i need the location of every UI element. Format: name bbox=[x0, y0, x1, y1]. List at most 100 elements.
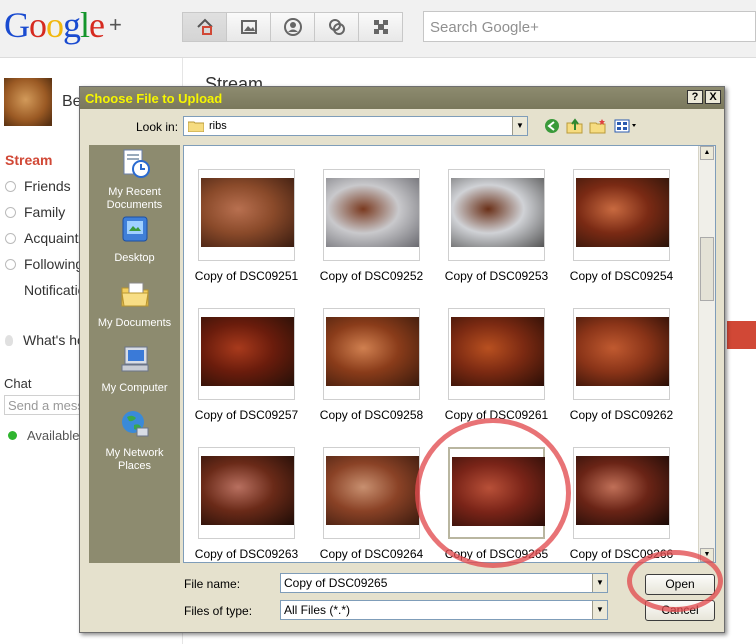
look-in-label: Look in: bbox=[136, 120, 179, 134]
place-label: My Network Places bbox=[105, 447, 164, 472]
chevron-down-icon[interactable]: ▼ bbox=[512, 117, 527, 135]
file-name-label: File name: bbox=[184, 577, 241, 591]
sidebar-item-label: Friends bbox=[24, 178, 71, 194]
sidebar-item-label: Family bbox=[24, 204, 66, 220]
back-button[interactable] bbox=[542, 116, 562, 136]
flame-icon bbox=[5, 335, 13, 346]
network-places-icon bbox=[121, 411, 148, 437]
photo-thumbnail-image bbox=[451, 317, 544, 386]
file-thumbnail[interactable] bbox=[198, 169, 295, 261]
logo-letter: e bbox=[89, 5, 105, 45]
photos-icon bbox=[240, 20, 257, 34]
file-name-label[interactable]: Copy of DSC09263 bbox=[184, 547, 309, 561]
cancel-button[interactable]: Cancel bbox=[645, 600, 715, 621]
nav-games-button[interactable] bbox=[358, 12, 403, 42]
file-name-field[interactable]: Copy of DSC09265 ▼ bbox=[280, 573, 608, 593]
file-thumbnail[interactable] bbox=[448, 169, 545, 261]
photo-thumbnail-image bbox=[326, 456, 419, 525]
file-name-label[interactable]: Copy of DSC09258 bbox=[309, 408, 434, 422]
sidebar-item-stream[interactable]: Stream bbox=[5, 152, 52, 168]
file-thumbnail[interactable] bbox=[448, 447, 545, 539]
file-thumbnail[interactable] bbox=[198, 447, 295, 539]
scroll-down-arrow[interactable]: ▼ bbox=[700, 548, 714, 562]
google-logo[interactable]: Google bbox=[4, 4, 105, 46]
file-thumbnail[interactable] bbox=[448, 308, 545, 400]
file-thumbnail[interactable] bbox=[323, 169, 420, 261]
vertical-scrollbar[interactable]: ▲ ▼ bbox=[698, 146, 715, 562]
file-name-label[interactable]: Copy of DSC09261 bbox=[434, 408, 559, 422]
file-name-label[interactable]: Copy of DSC09257 bbox=[184, 408, 309, 422]
file-name-label[interactable]: Copy of DSC09265 bbox=[434, 547, 559, 561]
place-desktop[interactable]: Desktop bbox=[89, 213, 180, 265]
logo-letter: g bbox=[63, 5, 81, 45]
sidebar-item-acquaintances[interactable]: Acquainta bbox=[5, 230, 86, 246]
view-menu-button[interactable] bbox=[613, 116, 639, 136]
folder-icon bbox=[188, 121, 204, 132]
dialog-title: Choose File to Upload bbox=[85, 91, 223, 106]
home-icon bbox=[196, 18, 213, 35]
avatar[interactable] bbox=[4, 78, 52, 126]
nav-circles-button[interactable] bbox=[314, 12, 359, 42]
file-thumbnail[interactable] bbox=[323, 447, 420, 539]
photo-thumbnail-image bbox=[201, 317, 294, 386]
photo-thumbnail-image bbox=[201, 456, 294, 525]
photo-thumbnail-image bbox=[451, 178, 544, 247]
place-label: Desktop bbox=[114, 252, 155, 264]
logo-letter: G bbox=[4, 5, 30, 45]
file-name-label[interactable]: Copy of DSC09254 bbox=[559, 269, 684, 283]
my-documents-icon bbox=[120, 282, 149, 307]
file-thumbnail[interactable] bbox=[323, 308, 420, 400]
open-button[interactable]: Open bbox=[645, 574, 715, 595]
circle-icon bbox=[5, 233, 16, 244]
circle-icon bbox=[5, 207, 16, 218]
up-folder-button[interactable] bbox=[565, 116, 585, 136]
look-in-select[interactable]: ribs ▼ bbox=[183, 116, 528, 136]
online-status-icon bbox=[8, 431, 17, 440]
sidebar-item-label: Acquainta bbox=[24, 230, 87, 246]
close-button[interactable]: X bbox=[705, 90, 721, 104]
sidebar-item-following[interactable]: Following bbox=[5, 256, 83, 272]
sidebar-item-whats-hot[interactable]: What's ho bbox=[5, 332, 85, 348]
circle-icon bbox=[5, 259, 16, 270]
place-my-computer[interactable]: My Computer bbox=[89, 343, 180, 395]
chevron-down-icon[interactable]: ▼ bbox=[592, 601, 607, 619]
scroll-up-arrow[interactable]: ▲ bbox=[700, 146, 714, 160]
files-of-type-select[interactable]: All Files (*.*) ▼ bbox=[280, 600, 608, 620]
place-network-places[interactable]: My Network Places bbox=[89, 408, 180, 473]
file-thumbnail[interactable] bbox=[573, 447, 670, 539]
file-list[interactable]: ▲ ▼ Copy of DSC09251 Copy of DSC09252 Copy… bbox=[183, 145, 716, 563]
logo-plus: + bbox=[109, 12, 122, 37]
nav-profile-button[interactable] bbox=[270, 12, 315, 42]
chat-status-label: Available bbox=[27, 428, 80, 443]
photo-thumbnail-image bbox=[576, 317, 669, 386]
new-folder-button[interactable] bbox=[588, 116, 608, 136]
sidebar-item-label: Following bbox=[24, 256, 84, 272]
nav-home-button[interactable] bbox=[182, 12, 227, 42]
chevron-down-icon[interactable]: ▼ bbox=[592, 574, 607, 592]
file-thumbnail[interactable] bbox=[198, 308, 295, 400]
file-name-label[interactable]: Copy of DSC09251 bbox=[184, 269, 309, 283]
file-name-label[interactable]: Copy of DSC09253 bbox=[434, 269, 559, 283]
place-my-documents[interactable]: My Documents bbox=[89, 278, 180, 330]
chat-status[interactable]: Available bbox=[8, 428, 80, 443]
share-button-edge[interactable] bbox=[727, 321, 756, 349]
look-in-value: ribs bbox=[209, 120, 227, 132]
back-icon bbox=[545, 119, 559, 133]
file-name-label[interactable]: Copy of DSC09252 bbox=[309, 269, 434, 283]
place-recent-documents[interactable]: My Recent Documents bbox=[89, 147, 180, 212]
search-input[interactable]: Search Google+ bbox=[423, 11, 756, 42]
photo-thumbnail-image bbox=[576, 178, 669, 247]
sidebar-item-notifications[interactable]: Notificatio bbox=[24, 282, 85, 298]
help-button[interactable]: ? bbox=[687, 90, 703, 104]
file-name-label[interactable]: Copy of DSC09264 bbox=[309, 547, 434, 561]
sidebar-item-family[interactable]: Family bbox=[5, 204, 65, 220]
file-thumbnail[interactable] bbox=[573, 308, 670, 400]
dialog-titlebar[interactable]: Choose File to Upload ? X bbox=[80, 87, 724, 109]
file-thumbnail[interactable] bbox=[573, 169, 670, 261]
file-name-label[interactable]: Copy of DSC09266 bbox=[559, 547, 684, 561]
sidebar-item-friends[interactable]: Friends bbox=[5, 178, 71, 194]
file-name-label[interactable]: Copy of DSC09262 bbox=[559, 408, 684, 422]
nav-photos-button[interactable] bbox=[226, 12, 271, 42]
view-menu-icon bbox=[614, 119, 636, 133]
scrollbar-thumb[interactable] bbox=[700, 237, 714, 301]
